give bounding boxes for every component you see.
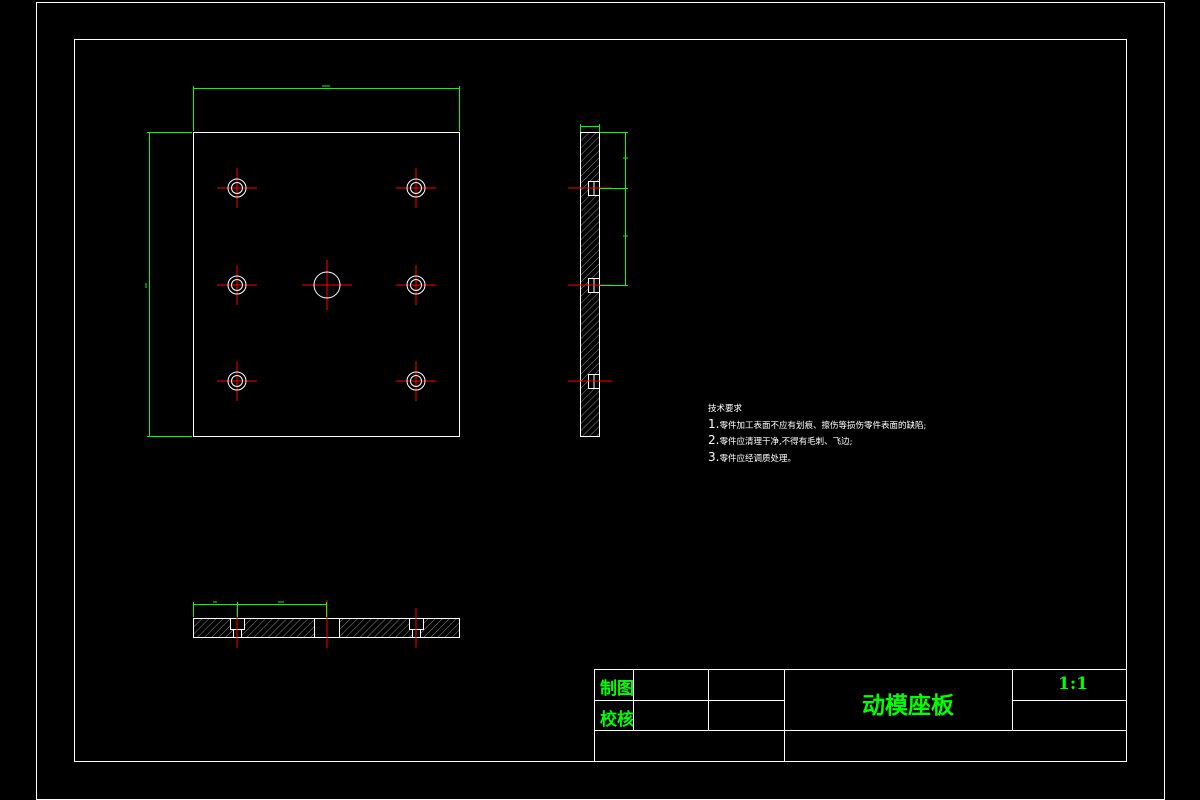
height-dimension	[145, 132, 192, 437]
drawn-by-label: 制图	[600, 679, 634, 699]
width-dimension	[193, 85, 460, 131]
hole-mid-left	[217, 265, 257, 305]
scale-value: 1:1	[1058, 674, 1088, 694]
technical-requirements: 技术要求 1.零件加工表面不应有划痕、擦伤等损伤零件表面的缺陷; 2.零件应清理…	[708, 402, 926, 466]
note-item: 3.零件应经调质处理。	[708, 449, 796, 464]
hole-mid-right	[396, 265, 436, 305]
part-name: 动模座板	[862, 692, 954, 719]
checked-by-label: 校核	[600, 710, 634, 730]
inner-border	[74, 39, 1127, 762]
hole-top-right	[396, 168, 436, 208]
hole-top-left	[217, 168, 257, 208]
bottom-section-view	[193, 600, 460, 648]
hole-center	[302, 260, 352, 310]
note-item: 1.零件加工表面不应有划痕、擦伤等损伤零件表面的缺陷;	[708, 416, 927, 431]
notes-heading: 技术要求	[708, 404, 743, 414]
front-view	[145, 85, 460, 437]
note-item: 2.零件应清理干净,不得有毛刺、飞边;	[708, 433, 853, 447]
side-section-view	[568, 124, 628, 437]
title-block	[594, 669, 1127, 762]
hole-bottom-left	[217, 361, 257, 401]
hole-bottom-right	[396, 361, 436, 401]
